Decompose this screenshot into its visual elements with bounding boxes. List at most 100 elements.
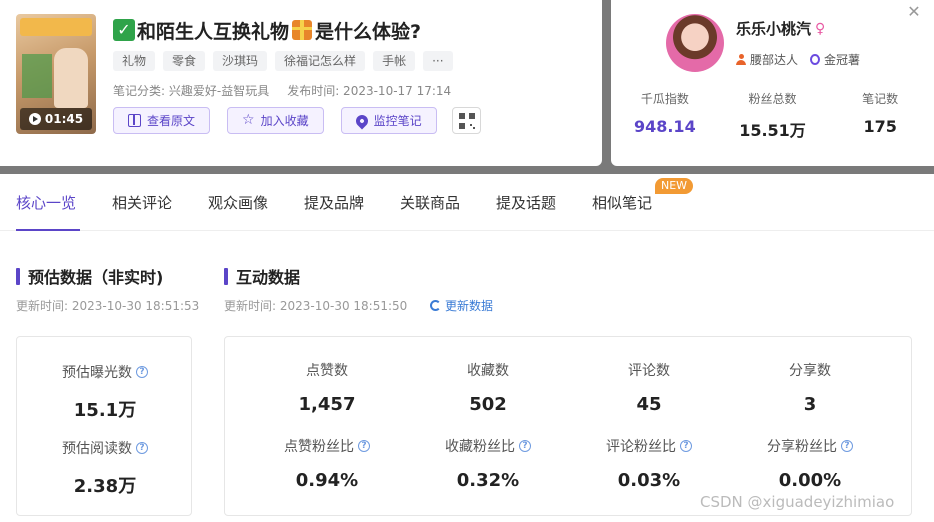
- tab-mentioned-topics[interactable]: 提及话题: [496, 192, 556, 213]
- note-actions: 查看原文 ☆ 加入收藏 监控笔记: [113, 107, 437, 134]
- note-tag[interactable]: 礼物: [113, 51, 156, 71]
- interaction-updated-time: 更新时间: 2023-10-30 18:51:50: [224, 299, 408, 313]
- metric-value: 0.32%: [456, 470, 520, 491]
- metric-comments-fan-ratio: 评论粉丝比 ? 0.03%: [569, 436, 729, 491]
- help-icon[interactable]: ?: [841, 440, 853, 452]
- tab-core-overview[interactable]: 核心一览: [16, 192, 76, 213]
- metric-favorites-fan-ratio: 收藏粉丝比 ? 0.32%: [408, 436, 568, 491]
- help-icon[interactable]: ?: [519, 440, 531, 452]
- help-icon[interactable]: ?: [136, 442, 148, 454]
- metric-label: 评论粉丝比 ?: [606, 436, 692, 456]
- qr-code-icon: [458, 112, 475, 129]
- tab-mentioned-brands[interactable]: 提及品牌: [304, 192, 364, 213]
- metric-label: 分享粉丝比 ?: [767, 436, 853, 456]
- note-tags: 礼物 零食 沙琪玛 徐福记怎么样 手帐 ···: [113, 51, 453, 71]
- monitor-note-button[interactable]: 监控笔记: [340, 107, 437, 134]
- metric-label: 点赞粉丝比 ?: [284, 436, 370, 456]
- note-tag[interactable]: 徐福记怎么样: [275, 51, 366, 71]
- help-icon[interactable]: ?: [680, 440, 692, 452]
- stat-notes: 笔记数 175: [826, 90, 934, 141]
- stat-label: 笔记数: [862, 92, 899, 106]
- note-tag[interactable]: 手帐: [373, 51, 416, 71]
- note-title-suffix: 是什么体验?: [315, 20, 422, 43]
- metric-estimated-reads: 预估阅读数 ? 2.38万: [17, 438, 193, 498]
- interaction-section-title: 互动数据: [224, 264, 300, 288]
- user-name[interactable]: 乐乐小桃汽 ♀: [736, 18, 825, 39]
- metric-value: 502: [469, 394, 507, 415]
- interaction-title-text: 互动数据: [236, 268, 301, 287]
- metric-favorites: 收藏数 502: [408, 360, 568, 415]
- star-icon: ☆: [242, 112, 255, 128]
- note-title: ✓ 和陌生人互换礼物 是什么体验?: [113, 16, 421, 44]
- metric-value: 45: [636, 394, 662, 415]
- new-badge: NEW: [655, 178, 694, 194]
- metric-shares: 分享数 3: [730, 360, 890, 415]
- refresh-icon: [430, 300, 441, 311]
- note-title-text: 和陌生人互换礼物: [137, 20, 290, 43]
- user-tags: 腰部达人 金冠薯: [736, 51, 860, 68]
- metric-label-text: 分享粉丝比: [767, 439, 837, 455]
- watermark: CSDN @xiguadeyizhimiao: [700, 493, 895, 511]
- note-category: 笔记分类: 兴趣爱好-益智玩具: [113, 84, 270, 98]
- qr-code-button[interactable]: [452, 107, 481, 134]
- more-tags-button[interactable]: ···: [423, 51, 453, 71]
- note-tag[interactable]: 沙琪玛: [213, 51, 268, 71]
- stat-value: 15.51万: [739, 121, 806, 140]
- refresh-data-button[interactable]: 更新数据: [430, 297, 493, 314]
- metric-shares-fan-ratio: 分享粉丝比 ? 0.00%: [730, 436, 890, 491]
- tab-audience-profile[interactable]: 观众画像: [208, 192, 268, 213]
- view-original-button[interactable]: 查看原文: [113, 107, 211, 134]
- tab-similar-notes[interactable]: 相似笔记: [592, 192, 652, 213]
- metric-label-text: 预估曝光数: [62, 365, 132, 381]
- stat-value: 175: [863, 117, 897, 136]
- user-level-text: 腰部达人: [750, 53, 799, 67]
- active-tab-indicator: [16, 229, 80, 231]
- person-icon: [736, 54, 746, 65]
- stat-index: 千瓜指数 948.14: [611, 90, 719, 141]
- metric-value: 3: [803, 394, 817, 415]
- avatar[interactable]: [666, 14, 724, 72]
- tab-related-comments[interactable]: 相关评论: [112, 192, 172, 213]
- note-meta: 笔记分类: 兴趣爱好-益智玩具 发布时间: 2023-10-17 17:14: [113, 82, 451, 99]
- note-tag[interactable]: 零食: [163, 51, 206, 71]
- section-marker: [16, 267, 20, 285]
- thumbnail-banner: [20, 18, 92, 36]
- estimate-section-title: 预估数据（非实时): [16, 264, 163, 288]
- metric-label: 评论数: [628, 363, 670, 379]
- monitor-note-label: 监控笔记: [373, 114, 422, 128]
- thumbnail-shelf: [22, 54, 52, 98]
- metric-label: 预估阅读数 ?: [62, 438, 148, 458]
- user-crown-text: 金冠薯: [824, 53, 861, 67]
- metric-value: 2.38万: [73, 476, 137, 497]
- female-icon: ♀: [815, 20, 826, 37]
- user-name-text: 乐乐小桃汽: [736, 20, 812, 38]
- metric-label: 分享数: [789, 363, 831, 379]
- metric-label-text: 预估阅读数: [62, 441, 132, 457]
- user-level-tag: 腰部达人: [736, 51, 798, 68]
- metric-comments: 评论数 45: [569, 360, 729, 415]
- note-thumbnail[interactable]: 01:45: [16, 14, 96, 134]
- estimate-title-text: 预估数据（非实时): [28, 268, 164, 287]
- tab-bar: 核心一览 相关评论 观众画像 提及品牌 关联商品 提及话题 相似笔记 NEW: [0, 174, 934, 231]
- section-marker: [224, 267, 228, 285]
- note-card: 01:45 ✓ 和陌生人互换礼物 是什么体验? 礼物 零食 沙琪玛 徐福记怎么样…: [0, 0, 602, 166]
- tab-related-products[interactable]: 关联商品: [400, 192, 460, 213]
- add-favorite-label: 加入收藏: [260, 114, 309, 128]
- medal-icon: [810, 54, 821, 65]
- help-icon[interactable]: ?: [136, 366, 148, 378]
- user-crown-tag: 金冠薯: [810, 51, 860, 68]
- metric-label: 预估曝光数 ?: [62, 362, 148, 382]
- metric-label-text: 评论粉丝比: [606, 439, 676, 455]
- stat-value: 948.14: [633, 117, 696, 136]
- close-icon[interactable]: ✕: [906, 4, 922, 20]
- refresh-label: 更新数据: [445, 299, 494, 313]
- book-icon: [128, 114, 141, 127]
- location-pin-icon: [353, 112, 371, 129]
- help-icon[interactable]: ?: [358, 440, 370, 452]
- stat-label: 粉丝总数: [748, 92, 797, 106]
- metric-likes-fan-ratio: 点赞粉丝比 ? 0.94%: [247, 436, 407, 491]
- play-icon: [28, 113, 41, 125]
- add-favorite-button[interactable]: ☆ 加入收藏: [227, 107, 324, 134]
- metric-label: 收藏粉丝比 ?: [445, 436, 531, 456]
- note-publish-time: 发布时间: 2023-10-17 17:14: [287, 84, 452, 98]
